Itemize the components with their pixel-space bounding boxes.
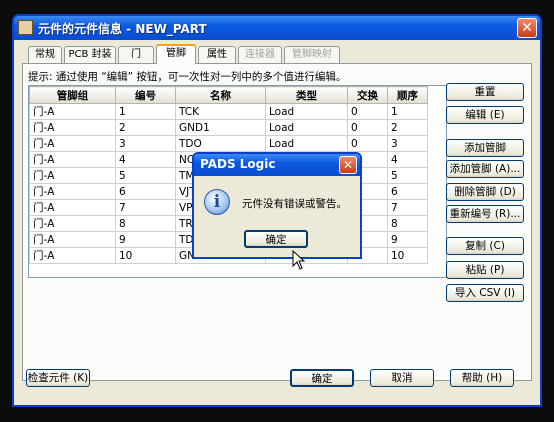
dialog-message: 元件没有错误或警告。 [242, 198, 347, 210]
cell-type[interactable]: Load [265, 135, 348, 152]
check-part-button[interactable]: 检查元件 (K) [26, 369, 90, 387]
cell-name[interactable]: GND1 [175, 119, 266, 136]
column-header-name[interactable]: 名称 [175, 86, 266, 104]
cell-order[interactable]: 4 [387, 151, 428, 168]
cell-pin-group[interactable]: 门-A [29, 247, 116, 264]
grid-header-row: 管脚组 编号 名称 类型 交换 顺序 [29, 86, 428, 104]
table-row[interactable]: 门-A 1 TCK Load 0 1 [29, 103, 428, 120]
cancel-button[interactable]: 取消 [370, 369, 434, 387]
cell-number[interactable]: 2 [115, 119, 176, 136]
ok-button[interactable]: 确定 [290, 369, 354, 387]
cell-swap[interactable]: 0 [347, 119, 388, 136]
cell-pin-group[interactable]: 门-A [29, 135, 116, 152]
hint-text: 提示: 通过使用 “编辑” 按钮，可一次性对一列中的多个值进行编辑。 [28, 71, 347, 83]
tab-attributes[interactable]: 属性 [198, 46, 236, 63]
window-titlebar[interactable]: 元件的元件信息 - NEW_PART ✕ [14, 16, 540, 40]
tab-pin-mapping: 管脚映射 [284, 46, 340, 63]
cell-number[interactable]: 10 [115, 247, 176, 264]
import-csv-button[interactable]: 导入 CSV (I) [446, 284, 524, 302]
add-pins-button[interactable]: 添加管脚 (A)... [446, 160, 524, 178]
cell-name[interactable]: TDO [175, 135, 266, 152]
cell-number[interactable]: 5 [115, 167, 176, 184]
cell-pin-group[interactable]: 门-A [29, 119, 116, 136]
column-header-number[interactable]: 编号 [115, 86, 176, 104]
renumber-button[interactable]: 重新编号 (R)... [446, 205, 524, 223]
cell-pin-group[interactable]: 门-A [29, 199, 116, 216]
table-row[interactable]: 门-A 3 TDO Load 0 3 [29, 135, 428, 152]
cell-name[interactable]: TCK [175, 103, 266, 120]
reset-button[interactable]: 重置 [446, 83, 524, 101]
cell-number[interactable]: 4 [115, 151, 176, 168]
copy-button[interactable]: 复制 (C) [446, 237, 524, 255]
cell-number[interactable]: 7 [115, 199, 176, 216]
help-button[interactable]: 帮助 (H) [450, 369, 514, 387]
cell-pin-group[interactable]: 门-A [29, 183, 116, 200]
column-header-swap[interactable]: 交换 [347, 86, 388, 104]
dialog-titlebar[interactable]: PADS Logic ✕ [194, 154, 360, 176]
cell-number[interactable]: 9 [115, 231, 176, 248]
tab-connector: 连接器 [238, 46, 282, 63]
tab-pcb-footprint[interactable]: PCB 封装 [64, 46, 116, 63]
table-row[interactable]: 门-A 2 GND1 Load 0 2 [29, 119, 428, 136]
cell-pin-group[interactable]: 门-A [29, 231, 116, 248]
app-icon [18, 20, 33, 35]
cell-type[interactable]: Load [265, 119, 348, 136]
mouse-cursor-icon [292, 250, 306, 270]
pads-logic-dialog: PADS Logic ✕ i 元件没有错误或警告。 确定 [192, 152, 362, 259]
column-header-type[interactable]: 类型 [265, 86, 348, 104]
cell-type[interactable]: Load [265, 103, 348, 120]
cell-pin-group[interactable]: 门-A [29, 167, 116, 184]
cell-order[interactable]: 3 [387, 135, 428, 152]
tab-general[interactable]: 常规 [28, 46, 62, 63]
cell-order[interactable]: 8 [387, 215, 428, 232]
cell-number[interactable]: 3 [115, 135, 176, 152]
add-pin-button[interactable]: 添加管脚 [446, 139, 524, 157]
cell-swap[interactable]: 0 [347, 103, 388, 120]
cell-order[interactable]: 7 [387, 199, 428, 216]
tab-gates[interactable]: 门 [118, 46, 154, 63]
cell-number[interactable]: 1 [115, 103, 176, 120]
cell-order[interactable]: 5 [387, 167, 428, 184]
cell-pin-group[interactable]: 门-A [29, 103, 116, 120]
delete-pin-button[interactable]: 删除管脚 (D) [446, 183, 524, 201]
cell-pin-group[interactable]: 门-A [29, 215, 116, 232]
column-header-pin-group[interactable]: 管脚组 [29, 86, 116, 104]
window-title: 元件的元件信息 - NEW_PART [38, 22, 207, 36]
edit-button[interactable]: 编辑 (E) [446, 106, 524, 124]
information-icon: i [204, 189, 230, 215]
cell-pin-group[interactable]: 门-A [29, 151, 116, 168]
cell-order[interactable]: 2 [387, 119, 428, 136]
cell-number[interactable]: 8 [115, 215, 176, 232]
dialog-title: PADS Logic [200, 157, 276, 171]
cell-order[interactable]: 6 [387, 183, 428, 200]
cell-number[interactable]: 6 [115, 183, 176, 200]
cell-swap[interactable]: 0 [347, 135, 388, 152]
tab-pins[interactable]: 管脚 [156, 44, 196, 64]
dialog-ok-button[interactable]: 确定 [244, 230, 308, 248]
cell-order[interactable]: 1 [387, 103, 428, 120]
cell-order[interactable]: 10 [387, 247, 428, 264]
window-close-icon[interactable]: ✕ [517, 18, 537, 38]
paste-button[interactable]: 粘贴 (P) [446, 261, 524, 279]
column-header-order[interactable]: 顺序 [387, 86, 428, 104]
cell-order[interactable]: 9 [387, 231, 428, 248]
dialog-close-icon[interactable]: ✕ [339, 156, 357, 174]
